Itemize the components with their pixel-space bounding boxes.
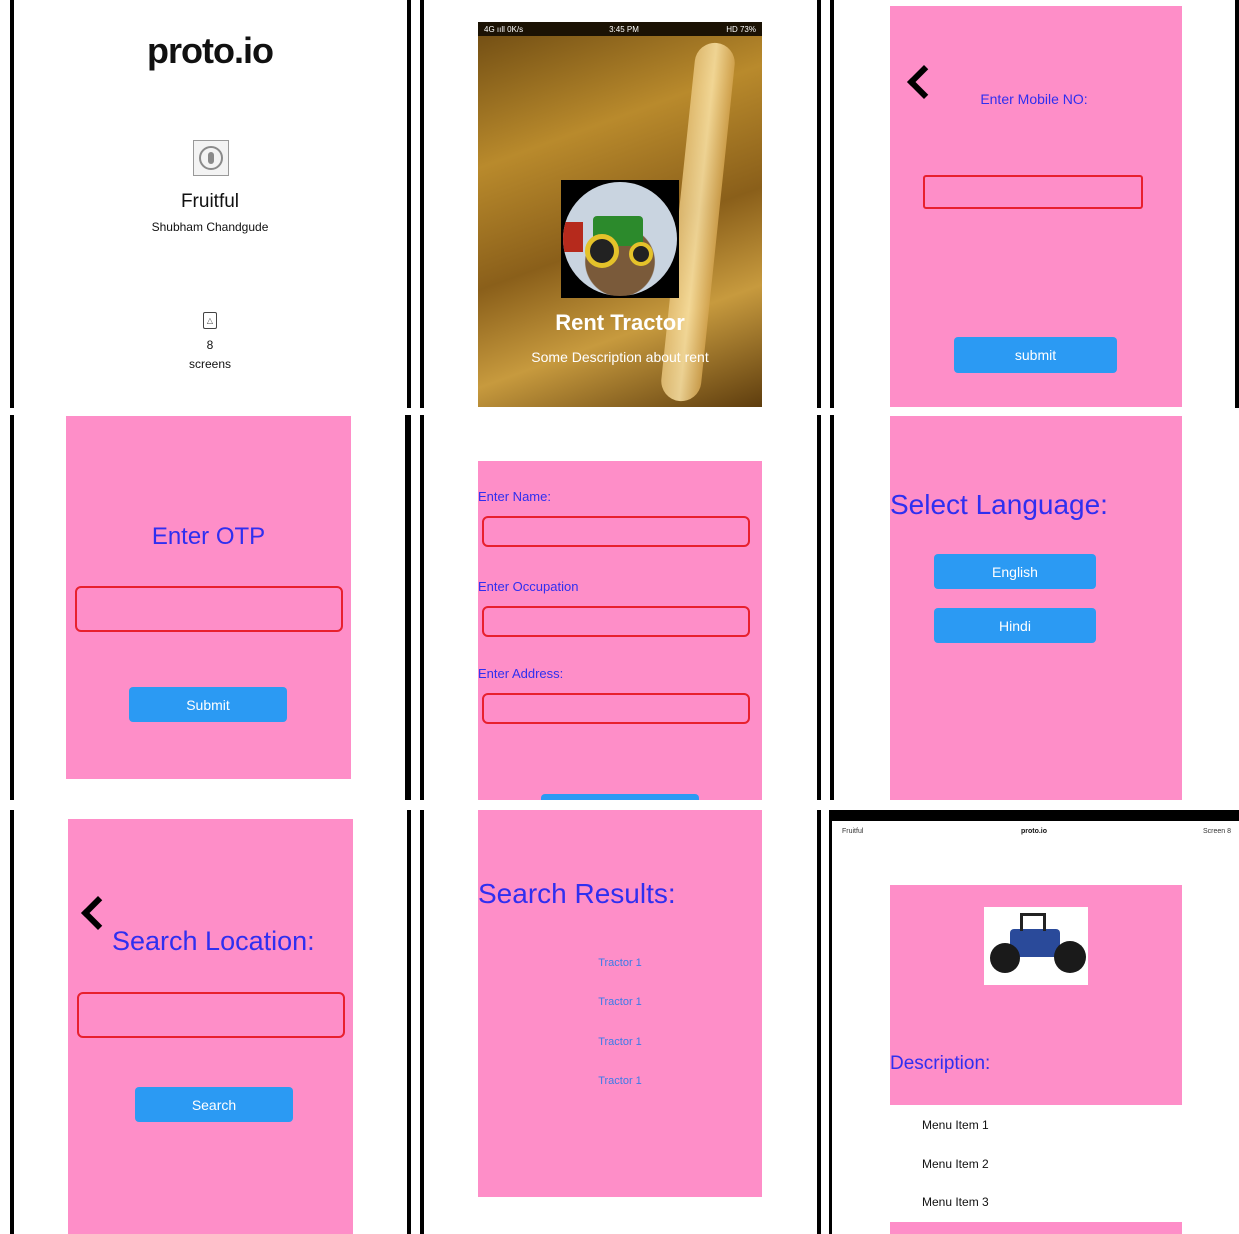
results-title: Search Results: <box>478 878 676 909</box>
submit-button[interactable]: submit <box>954 337 1117 373</box>
divider <box>817 0 821 408</box>
screens-label: screens <box>188 357 232 371</box>
detail-card: Description: <box>890 885 1182 1105</box>
name-input[interactable] <box>482 516 750 547</box>
divider <box>405 415 411 800</box>
occupation-input[interactable] <box>482 606 750 637</box>
english-button[interactable]: English <box>934 554 1096 589</box>
mobile-input[interactable] <box>923 175 1143 209</box>
panel-splash: 4G ııll 0K/s 3:45 PM HD 73% Rent Tractor… <box>478 22 762 407</box>
header-screen-number: Screen 8 <box>1202 828 1231 835</box>
status-bar: 4G ııll 0K/s 3:45 PM HD 73% <box>478 22 762 36</box>
author-name: Shubham Chandgude <box>151 220 269 234</box>
splash-subtitle: Some Description about rent <box>531 349 709 365</box>
app-name: Fruitful <box>180 191 240 212</box>
description-label: Description: <box>890 1053 991 1074</box>
divider <box>10 415 14 800</box>
otp-input[interactable] <box>75 586 343 632</box>
continue-button[interactable] <box>541 794 699 800</box>
status-time: 3:45 PM <box>609 24 639 34</box>
divider <box>830 415 834 800</box>
hindi-button[interactable]: Hindi <box>934 608 1096 643</box>
divider <box>817 415 821 800</box>
address-label: Enter Address: <box>478 666 564 681</box>
location-input[interactable] <box>77 992 345 1038</box>
submit-button[interactable]: Submit <box>129 687 287 722</box>
divider <box>10 810 14 1234</box>
language-title: Select Language: <box>890 489 1108 520</box>
top-border <box>829 810 1239 821</box>
tractor-photo-frame <box>561 180 679 298</box>
search-location-title: Search Location: <box>112 926 315 956</box>
result-item[interactable]: Tractor 1 <box>478 957 762 969</box>
panel-search-location: Search Location: Search <box>68 819 353 1234</box>
tractor-photo <box>563 182 677 296</box>
result-item[interactable]: Tractor 1 <box>478 996 762 1008</box>
panel-otp: Enter OTP Submit <box>66 416 351 779</box>
divider <box>420 0 424 408</box>
panel-search-results: Search Results: Tractor 1 Tractor 1 Trac… <box>478 810 762 1197</box>
result-item[interactable]: Tractor 1 <box>478 1075 762 1087</box>
divider <box>420 415 424 800</box>
menu-item-3[interactable]: Menu Item 3 <box>922 1195 989 1209</box>
divider <box>1235 0 1239 408</box>
screens-count: 8 <box>206 338 214 352</box>
header-logo: proto.io <box>1020 828 1048 835</box>
menu-item-2[interactable]: Menu Item 2 <box>922 1157 989 1171</box>
proto-logo: proto.io <box>147 30 274 71</box>
occupation-label: Enter Occupation <box>478 579 579 594</box>
divider <box>10 0 14 408</box>
address-input[interactable] <box>482 693 750 724</box>
otp-title: Enter OTP <box>151 523 266 550</box>
divider <box>830 0 834 408</box>
name-label: Enter Name: <box>478 489 551 504</box>
panel-language: Select Language: English Hindi <box>890 416 1182 800</box>
mobile-label: Enter Mobile NO: <box>980 91 1088 107</box>
search-button[interactable]: Search <box>135 1087 293 1122</box>
bottom-bar <box>890 1222 1182 1234</box>
divider <box>420 810 424 1234</box>
screens-icon: △ <box>203 312 217 329</box>
panel-mobile: Enter Mobile NO: submit <box>890 6 1182 407</box>
back-chevron-icon[interactable] <box>81 896 115 930</box>
divider <box>407 810 411 1234</box>
header-app-name: Fruitful <box>842 828 864 835</box>
app-icon <box>193 140 229 176</box>
splash-title: Rent Tractor <box>555 310 685 335</box>
divider <box>407 0 411 408</box>
left-border <box>829 810 832 1234</box>
menu-item-1[interactable]: Menu Item 1 <box>922 1118 989 1132</box>
back-chevron-icon[interactable] <box>907 65 941 99</box>
status-signal: 4G ııll 0K/s <box>484 24 524 34</box>
tractor-image <box>984 907 1088 985</box>
status-battery: HD 73% <box>726 24 756 34</box>
panel-profile-form: Enter Name: Enter Occupation Enter Addre… <box>478 461 762 800</box>
panel-detail: Fruitful proto.io Screen 8 Description: … <box>829 810 1239 1234</box>
result-item[interactable]: Tractor 1 <box>478 1036 762 1048</box>
divider <box>817 810 821 1234</box>
